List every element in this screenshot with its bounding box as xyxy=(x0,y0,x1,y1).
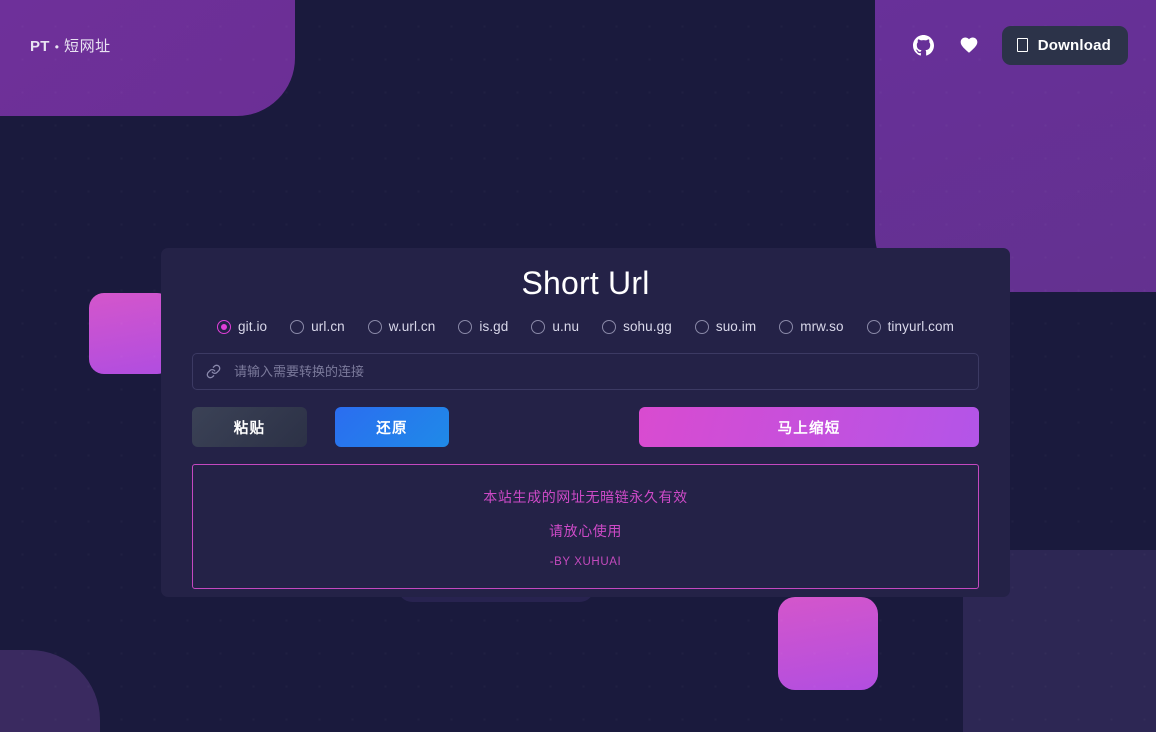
radio-icon xyxy=(531,319,546,334)
download-button-label: Download xyxy=(1037,36,1111,54)
radio-icon xyxy=(458,319,473,334)
provider-option-is-gd[interactable]: is.gd xyxy=(458,319,508,334)
provider-radio-group: git.io url.cn w.url.cn is.gd u.nu sohu.g… xyxy=(177,319,994,334)
link-icon xyxy=(206,364,221,379)
provider-label: tinyurl.com xyxy=(887,319,954,334)
provider-label: suo.im xyxy=(715,319,757,334)
provider-option-w-url-cn[interactable]: w.url.cn xyxy=(367,319,436,334)
notice-signature: -BY XUHUAI xyxy=(549,555,622,568)
provider-option-sohu-gg[interactable]: sohu.gg xyxy=(602,319,672,334)
brand-logo[interactable]: PT • 短网址 xyxy=(30,35,111,56)
radio-icon xyxy=(779,319,794,334)
decor-gradient-square-left xyxy=(89,293,172,374)
provider-label: is.gd xyxy=(479,319,509,334)
provider-option-mrw-so[interactable]: mrw.so xyxy=(779,319,843,334)
provider-label: u.nu xyxy=(552,319,580,334)
radio-icon xyxy=(367,319,382,334)
brand-name-pt: PT xyxy=(30,37,50,55)
heart-icon[interactable] xyxy=(957,33,981,57)
radio-icon xyxy=(602,319,617,334)
decor-shape-bottom-left xyxy=(0,650,100,732)
github-icon[interactable] xyxy=(912,33,936,57)
brand-name-chinese: 短网址 xyxy=(63,37,111,55)
radio-icon xyxy=(866,319,881,334)
page-title: Short Url xyxy=(521,265,650,301)
header-actions: Download xyxy=(912,25,1128,65)
download-button[interactable]: Download xyxy=(1001,25,1128,65)
radio-icon xyxy=(290,319,305,334)
short-url-card: Short Url git.io url.cn w.url.cn is.gd u… xyxy=(161,248,1010,597)
provider-label: sohu.gg xyxy=(623,319,672,334)
provider-label: url.cn xyxy=(311,319,345,334)
provider-option-tinyurl-com[interactable]: tinyurl.com xyxy=(866,319,954,334)
url-input-wrapper[interactable] xyxy=(192,353,979,390)
provider-label: git.io xyxy=(238,319,268,334)
provider-option-suo-im[interactable]: suo.im xyxy=(694,319,757,334)
brand-separator-dot: • xyxy=(54,39,59,54)
radio-icon xyxy=(217,319,232,334)
radio-icon xyxy=(694,319,709,334)
download-glyph-icon xyxy=(1016,38,1028,52)
restore-button[interactable]: 还原 xyxy=(335,407,449,447)
provider-label: mrw.so xyxy=(800,319,844,334)
action-button-row: 粘贴 还原 马上缩短 xyxy=(192,407,979,447)
provider-option-url-cn[interactable]: url.cn xyxy=(290,319,345,334)
notice-line-1: 本站生成的网址无暗链永久有效 xyxy=(483,488,688,505)
notice-line-2: 请放心使用 xyxy=(549,522,622,539)
provider-label: w.url.cn xyxy=(388,319,436,334)
decor-gradient-square-right xyxy=(778,597,878,690)
notice-box: 本站生成的网址无暗链永久有效 请放心使用 -BY XUHUAI xyxy=(192,464,979,589)
shorten-button[interactable]: 马上缩短 xyxy=(639,407,979,447)
url-input[interactable] xyxy=(234,364,965,379)
provider-option-u-nu[interactable]: u.nu xyxy=(531,319,579,334)
provider-option-git-io[interactable]: git.io xyxy=(217,319,267,334)
page-header: PT • 短网址 Download xyxy=(0,0,1156,76)
paste-button[interactable]: 粘贴 xyxy=(192,407,307,447)
